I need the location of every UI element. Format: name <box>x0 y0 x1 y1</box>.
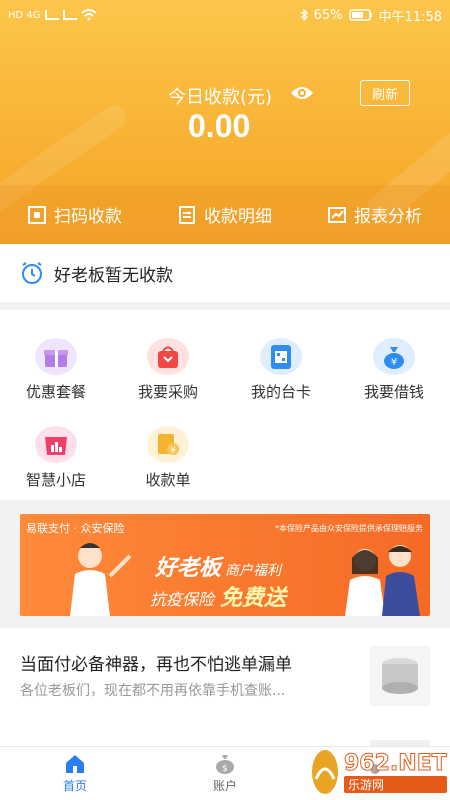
clock: 中午11:58 <box>378 9 442 25</box>
tab-home-label: 首页 <box>62 779 87 793</box>
article-thumbnail <box>370 646 430 706</box>
banner-subtitle-suffix: 免费送 <box>220 586 287 611</box>
grid-item-label: 我要采购 <box>137 383 198 401</box>
signal-icon <box>62 10 77 20</box>
grid-item-smart-store[interactable]: 智慧小店 <box>0 410 112 490</box>
feature-grid: 优惠套餐 我要采购 我的台卡 ¥ 我要借钱 智慧小店 ¥ 收款单 <box>0 310 450 500</box>
refresh-button[interactable]: 刷新 <box>360 80 410 106</box>
watermark-bottom: 乐游网 <box>344 776 447 793</box>
svg-text:$: $ <box>222 764 228 774</box>
payment-details-button[interactable]: 收款明细 <box>150 202 300 227</box>
tab-home[interactable]: 首页 <box>0 747 150 800</box>
article-desc: 各位老板们，现在都不用再依靠手机查账... <box>20 683 286 699</box>
bluetooth-icon <box>300 9 308 21</box>
alarm-clock-icon <box>22 262 42 284</box>
svg-text:¥: ¥ <box>391 357 397 368</box>
speaker-device-icon <box>382 658 418 694</box>
home-icon <box>66 755 84 773</box>
grid-item-purchase[interactable]: 我要采购 <box>112 322 224 402</box>
grid-item-discount-package[interactable]: 优惠套餐 <box>0 322 112 402</box>
site-watermark: 962.NET 乐游网 <box>312 748 447 796</box>
money-bag-icon: ¥ <box>373 338 415 375</box>
doctor-illustration-icon <box>70 543 132 616</box>
banner-title-main: 好老板 <box>155 556 222 581</box>
grid-item-label: 我的台卡 <box>250 383 311 401</box>
promo-banner[interactable]: 易联支付 · 众安保险 *本保险产品由众安保险提供承保理赔服务 好老板 商户福利 … <box>20 514 430 616</box>
header-actions: 扫码收款 收款明细 报表分析 <box>0 185 450 244</box>
scan-payment-label: 扫码收款 <box>54 207 122 227</box>
banner-title-suffix: 商户福利 <box>225 563 282 579</box>
grid-item-label: 智慧小店 <box>25 471 86 489</box>
status-bar: HD 4G 65% 中午11:58 <box>0 0 450 30</box>
article-item[interactable]: 当面付必备神器，再也不怕逃单漏单 各位老板们，现在都不用再依靠手机查账... <box>0 628 450 746</box>
grid-item-label: 优惠套餐 <box>25 383 86 401</box>
banner-note: *本保险产品由众安保险提供承保理赔服务 <box>275 524 423 533</box>
banner-title: 好老板 商户福利 <box>155 550 281 582</box>
shopping-bag-icon <box>147 338 189 375</box>
payment-details-label: 收款明细 <box>204 207 272 227</box>
article-title: 当面付必备神器，再也不怕逃单漏单 <box>20 655 292 675</box>
tab-account[interactable]: $ 账户 <box>150 747 300 800</box>
network-label: HD 4G <box>8 9 41 21</box>
report-analysis-label: 报表分析 <box>354 207 422 227</box>
status-signals: HD 4G <box>8 9 97 21</box>
banner-subtitle-main: 抗疫保险 <box>150 590 215 609</box>
grid-item-label: 我要借钱 <box>363 383 424 401</box>
scan-payment-button[interactable]: 扫码收款 <box>0 202 150 227</box>
income-amount: 0.00 <box>188 108 251 144</box>
receipt-icon <box>179 205 195 224</box>
eye-icon[interactable] <box>290 84 314 102</box>
battery-icon <box>348 9 372 21</box>
nurses-illustration-icon <box>345 545 420 616</box>
qr-card-icon <box>260 338 302 375</box>
report-analysis-button[interactable]: 报表分析 <box>300 202 450 227</box>
grid-item-desk-card[interactable]: 我的台卡 <box>225 322 337 402</box>
banner-subtitle: 抗疫保险 免费送 <box>150 580 286 612</box>
status-right: 65% 中午11:58 <box>300 6 442 25</box>
notice-text: 好老板暂无收款 <box>54 265 173 286</box>
report-icon <box>328 206 346 223</box>
gift-icon <box>35 338 77 375</box>
watermark-top: 962.NET <box>344 751 448 777</box>
scan-icon <box>28 205 46 224</box>
watermark-text: 962.NET 乐游网 <box>344 751 447 793</box>
tab-account-label: 账户 <box>212 779 237 793</box>
watermark-logo-icon <box>312 750 338 794</box>
grid-item-payment-bill[interactable]: ¥ 收款单 <box>112 410 224 490</box>
grid-item-label: 收款单 <box>145 471 191 489</box>
header-panel: 今日收款(元) 0.00 刷新 扫码收款 收款明细 报表分析 <box>0 0 450 244</box>
signal-icon <box>44 10 59 20</box>
battery-percent: 65% <box>313 7 343 23</box>
grid-item-borrow-money[interactable]: ¥ 我要借钱 <box>338 322 450 402</box>
wifi-icon <box>80 9 97 21</box>
income-label: 今日收款(元) <box>168 87 273 108</box>
bill-icon: ¥ <box>147 426 189 463</box>
store-chart-icon <box>35 426 77 463</box>
svg-text:¥: ¥ <box>170 446 176 456</box>
account-bag-icon: $ <box>216 755 234 774</box>
notice-bar[interactable]: 好老板暂无收款 <box>0 244 450 302</box>
banner-brand: 易联支付 · 众安保险 <box>26 522 125 535</box>
